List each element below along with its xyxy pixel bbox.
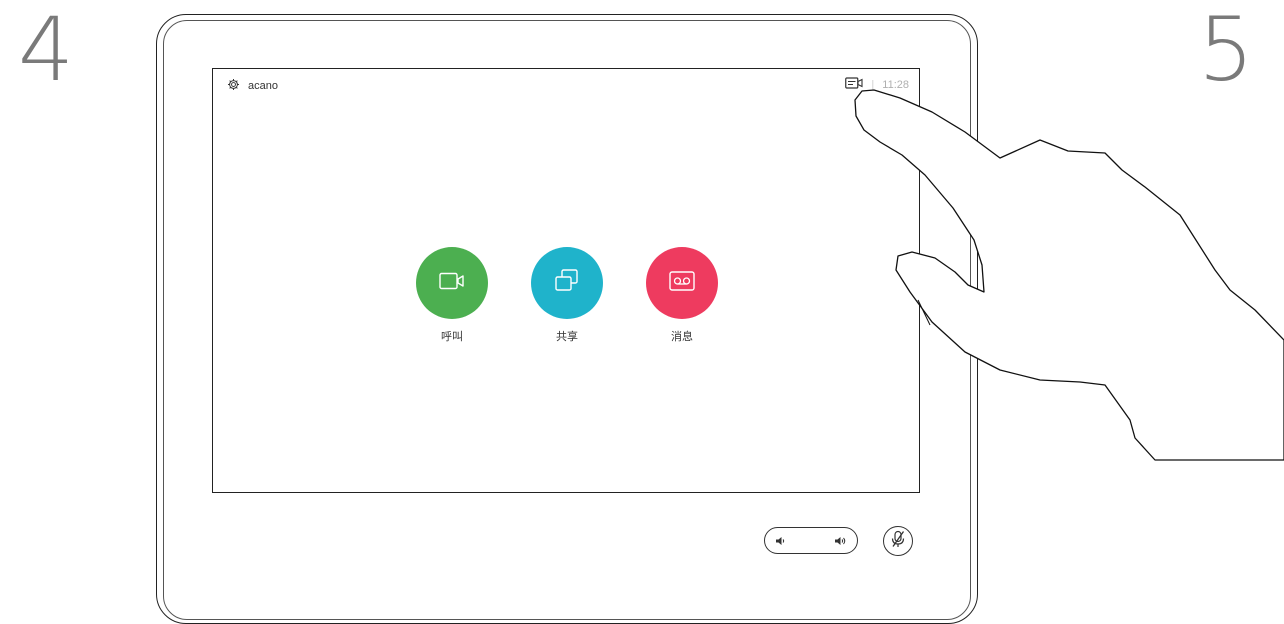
status-left: acano [227,78,278,94]
clock-time: 11:28 [882,78,909,91]
system-name: acano [248,80,278,92]
settings-gear-icon[interactable] [227,78,240,94]
share-button-circle[interactable] [531,247,603,319]
status-right: | 11:28 [845,77,909,92]
messages-button-circle[interactable] [646,247,718,319]
share-screens-icon [554,268,580,299]
microphone-mute-button[interactable] [883,526,913,556]
step-number-5: 5 [1198,0,1254,101]
voicemail-icon [669,270,695,296]
video-camera-icon [439,272,465,295]
share-label: 共享 [556,330,578,343]
self-view-icon[interactable] [845,77,863,92]
messages-button[interactable]: 消息 [646,247,718,344]
status-separator: | [871,78,875,91]
microphone-muted-icon [890,530,906,553]
volume-up-icon[interactable] [834,534,848,552]
volume-down-icon[interactable] [775,534,787,552]
step-number-4: 4 [18,0,74,101]
call-label: 呼叫 [441,330,463,343]
call-button-circle[interactable] [416,247,488,319]
messages-label: 消息 [671,330,693,343]
call-button[interactable]: 呼叫 [416,247,488,344]
touch-screen: acano | 11:28 呼叫 共享 消息 [212,68,920,493]
volume-control [764,527,858,554]
share-button[interactable]: 共享 [531,247,603,344]
